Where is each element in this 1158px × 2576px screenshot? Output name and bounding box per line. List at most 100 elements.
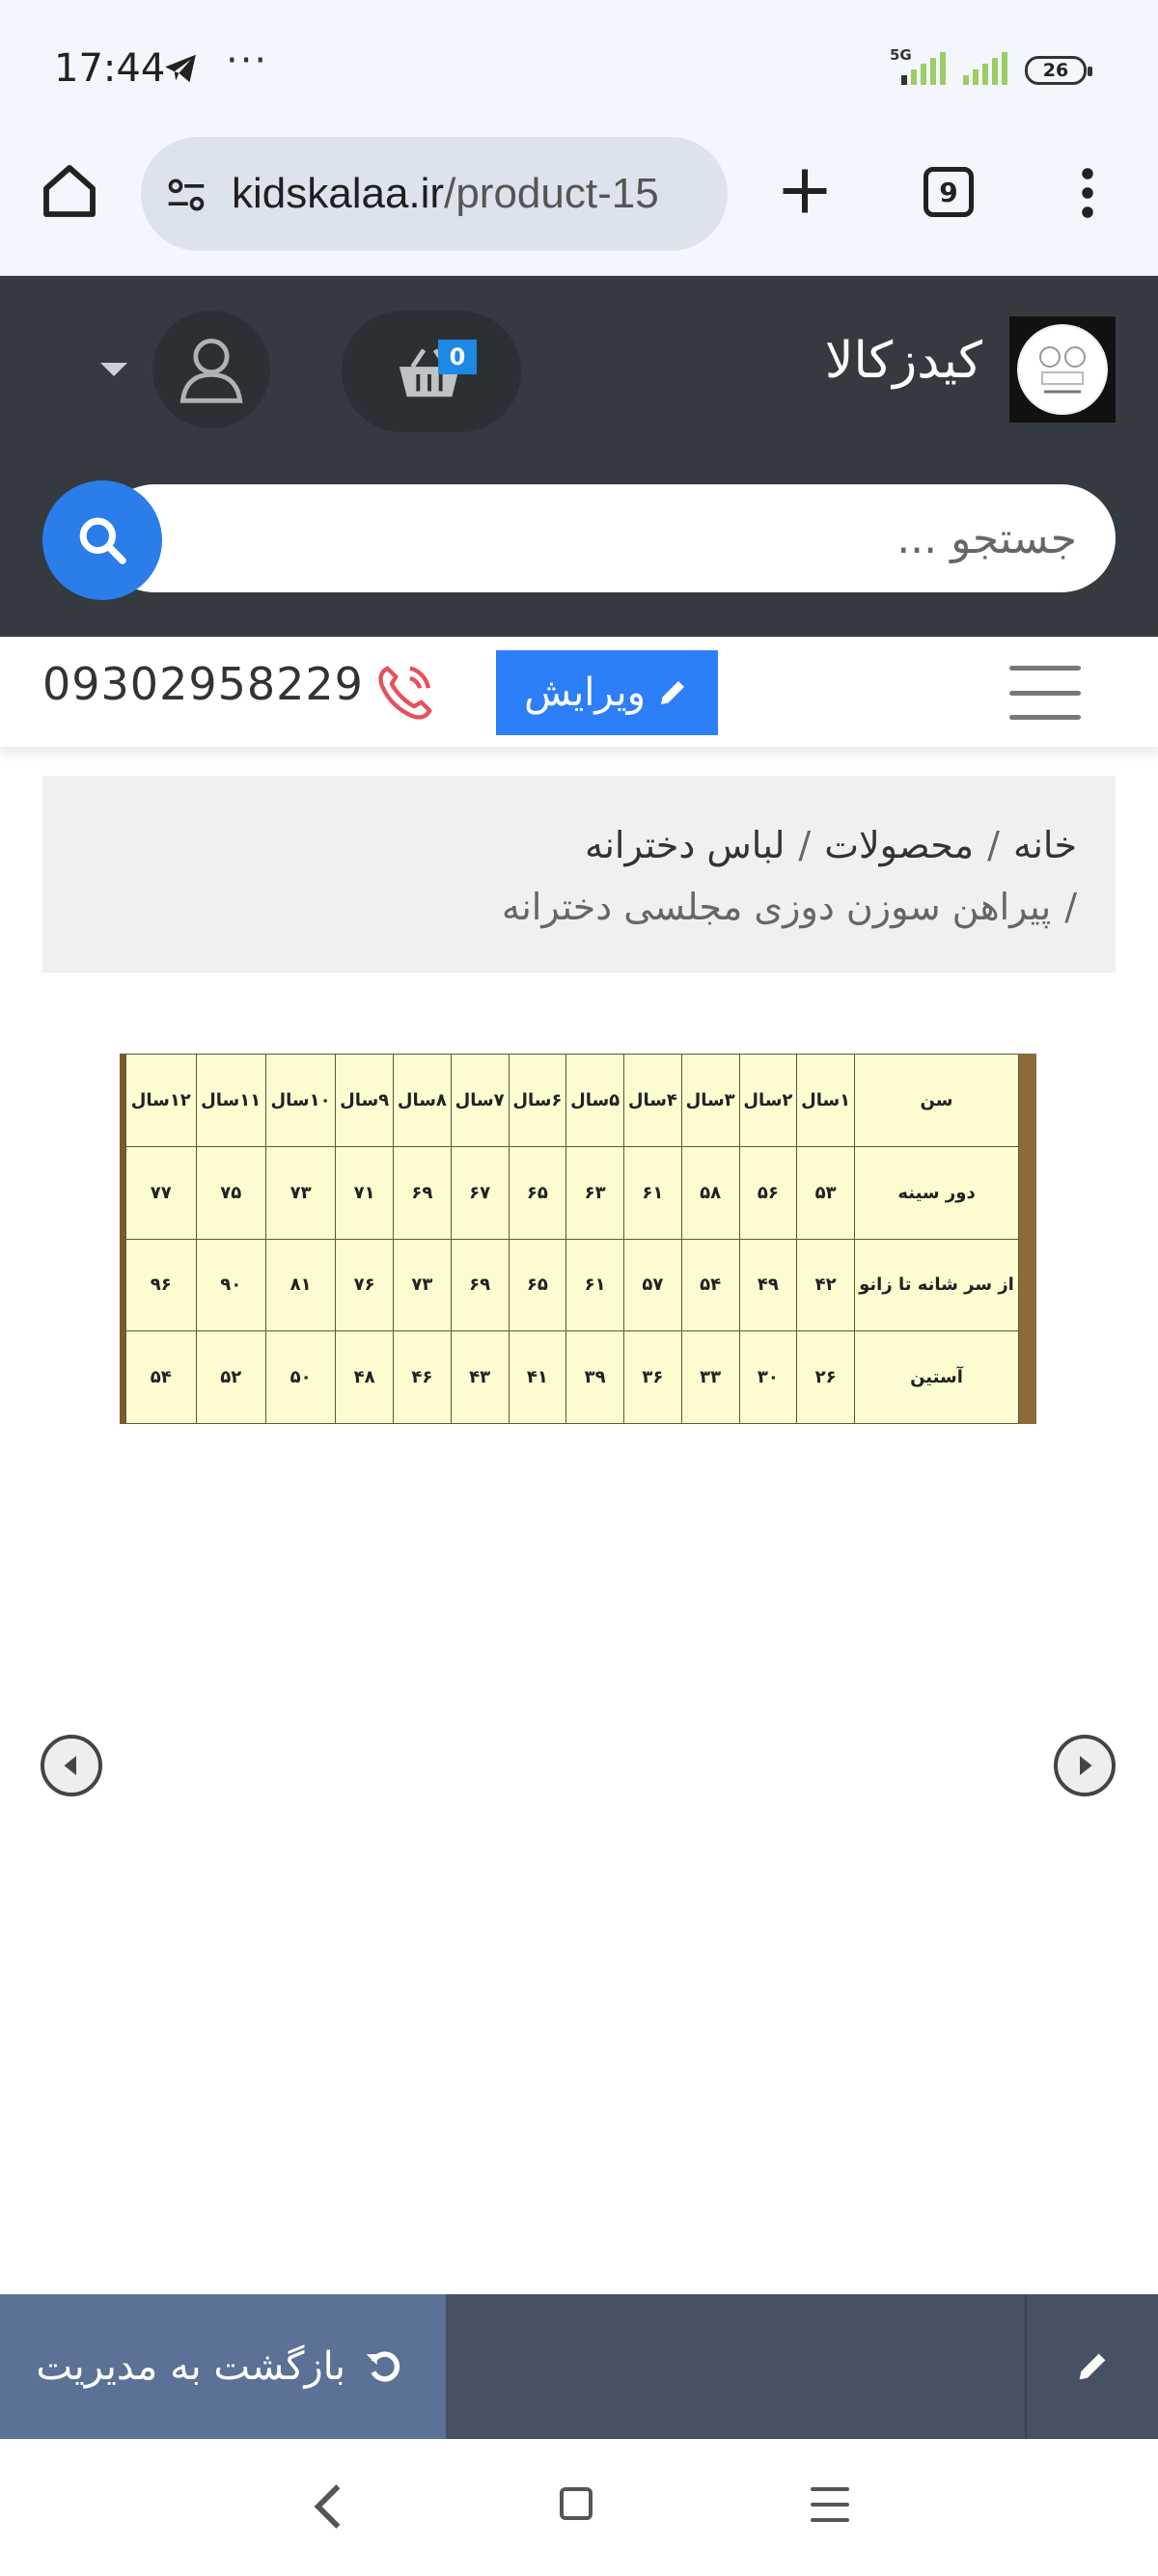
admin-bar: بازگشت به مدیریت — [0, 2294, 1158, 2439]
age-cell: ۲سال — [738, 1054, 798, 1147]
age-cell: ۱۰سال — [264, 1054, 337, 1147]
logo-image — [1017, 324, 1108, 415]
breadcrumb-products[interactable]: محصولات — [824, 824, 974, 866]
tab-switcher-button[interactable]: 9 — [924, 167, 974, 217]
pencil-icon — [660, 681, 684, 704]
pencil-icon — [1079, 2353, 1106, 2380]
table-cell: ۶۷ — [450, 1145, 510, 1240]
table-cell: ۵۲ — [195, 1330, 266, 1424]
age-cell: ۷سال — [450, 1054, 510, 1147]
carousel-next-button[interactable] — [1054, 1735, 1116, 1796]
edit-button[interactable]: ویرایش — [496, 650, 718, 735]
status-bar: 17:44 ··· 5G 26 — [0, 0, 1158, 135]
user-account-button[interactable] — [152, 311, 270, 428]
status-indicators: 5G 26 — [890, 46, 1092, 85]
url-text[interactable]: kidskalaa.ir/product-15 — [232, 170, 659, 218]
phone-number[interactable]: 09302958229 — [42, 658, 364, 710]
row-label: آستین — [854, 1330, 1019, 1424]
signal-icon — [963, 52, 1007, 85]
table-cell: ۷۵ — [195, 1145, 266, 1240]
phone-ringing-icon[interactable] — [371, 660, 438, 727]
battery-level: 26 — [1042, 60, 1069, 81]
table-cell: ۳۹ — [565, 1330, 624, 1424]
table-cell: ۵۳ — [796, 1145, 855, 1240]
table-cell: ۶۱ — [565, 1238, 624, 1332]
age-cell: ۸سال — [393, 1054, 452, 1147]
arrow-right-icon — [1080, 1756, 1092, 1775]
home-square-icon[interactable] — [560, 2487, 593, 2520]
search-input[interactable] — [100, 484, 1116, 592]
age-cell: ۴سال — [623, 1054, 682, 1147]
table-cell: ۴۹ — [738, 1238, 798, 1332]
table-row: سن ۱سال ۲سال ۳سال ۴سال ۵سال ۶سال ۷سال ۸س… — [125, 1054, 1019, 1147]
table-cell: ۵۴ — [680, 1238, 740, 1332]
table-cell: ۹۰ — [195, 1238, 266, 1332]
table-cell: ۷۶ — [335, 1238, 394, 1332]
address-bar[interactable]: kidskalaa.ir/product-15 — [141, 137, 728, 251]
table-cell: ۴۸ — [335, 1330, 394, 1424]
battery-icon: 26 — [1025, 56, 1092, 85]
age-cell: ۶سال — [508, 1054, 567, 1147]
contact-toolbar: 09302958229 ویرایش — [0, 637, 1158, 747]
search-button[interactable] — [42, 480, 162, 600]
logo-icon — [1039, 346, 1086, 394]
cart-count-badge: 0 — [438, 340, 477, 374]
site-title[interactable]: کیدزکالا — [825, 332, 982, 390]
table-cell: ۴۲ — [796, 1238, 855, 1332]
row-label: دور سینه — [854, 1145, 1019, 1240]
site-header: کیدزکالا 0 — [0, 276, 1158, 637]
table-cell: ۳۶ — [623, 1330, 682, 1424]
back-to-admin-button[interactable]: بازگشت به مدیریت — [0, 2294, 446, 2439]
table-cell: ۷۷ — [125, 1145, 197, 1240]
search-form — [42, 480, 1116, 600]
age-cell: ۳سال — [680, 1054, 740, 1147]
table-cell: ۵۴ — [125, 1330, 197, 1424]
more-notifications-icon: ··· — [226, 39, 269, 83]
age-cell: ۹سال — [335, 1054, 394, 1147]
table-cell: ۵۶ — [738, 1145, 798, 1240]
table-cell: ۷۳ — [264, 1145, 337, 1240]
table-cell: ۶۱ — [623, 1145, 682, 1240]
table-cell: ۶۵ — [508, 1145, 567, 1240]
cart-button[interactable]: 0 — [342, 311, 521, 432]
breadcrumb-category[interactable]: لباس دخترانه — [585, 824, 785, 866]
new-tab-icon[interactable] — [776, 162, 834, 220]
signal-5g-icon: 5G — [890, 46, 946, 85]
tab-count: 9 — [939, 176, 958, 208]
admin-edit-button[interactable] — [1025, 2294, 1158, 2439]
edit-button-label: ویرایش — [524, 671, 646, 715]
table-cell: ۴۳ — [450, 1330, 510, 1424]
size-chart-table: سن ۱سال ۲سال ۳سال ۴سال ۵سال ۶سال ۷سال ۸س… — [125, 1054, 1019, 1424]
recents-icon[interactable] — [811, 2487, 849, 2522]
breadcrumb-home[interactable]: خانه — [1013, 824, 1077, 866]
table-row: آستین ۲۶ ۳۰ ۳۳ ۳۶ ۳۹ ۴۱ ۴۳ ۴۶ ۴۸ ۵۰ ۵۲ ۵… — [125, 1330, 1019, 1424]
hamburger-menu-icon[interactable] — [1009, 666, 1081, 720]
carousel-prev-button[interactable] — [41, 1735, 102, 1796]
site-settings-icon[interactable] — [164, 174, 208, 216]
breadcrumb-current: پیراهن سوزن دوزی مجلسی دخترانه — [501, 886, 1052, 928]
user-menu-caret-icon[interactable] — [100, 363, 127, 376]
table-cell: ۳۰ — [738, 1330, 798, 1424]
table-cell: ۴۶ — [393, 1330, 452, 1424]
site-logo[interactable] — [1009, 316, 1116, 423]
browser-menu-icon[interactable] — [1071, 164, 1104, 222]
age-cell: ۱۱سال — [195, 1054, 266, 1147]
table-cell: ۶۳ — [565, 1145, 624, 1240]
search-icon — [79, 517, 126, 564]
home-icon[interactable] — [39, 160, 100, 222]
size-chart-header: سن — [854, 1054, 1019, 1147]
breadcrumb: خانه / محصولات / لباس دخترانه / پیراهن سوزن دو… — [42, 776, 1116, 973]
table-cell: ۵۸ — [680, 1145, 740, 1240]
table-cell: ۶۵ — [508, 1238, 567, 1332]
back-icon[interactable] — [311, 2481, 345, 2532]
table-cell: ۲۶ — [796, 1330, 855, 1424]
age-cell: ۱سال — [796, 1054, 855, 1147]
status-time: 17:44 — [54, 46, 166, 91]
arrow-left-icon — [64, 1756, 76, 1775]
table-cell: ۶۹ — [393, 1145, 452, 1240]
table-cell: ۵۷ — [623, 1238, 682, 1332]
product-gallery: سن ۱سال ۲سال ۳سال ۴سال ۵سال ۶سال ۷سال ۸س… — [0, 973, 1158, 2294]
size-chart-image: سن ۱سال ۲سال ۳سال ۴سال ۵سال ۶سال ۷سال ۸س… — [120, 1054, 1036, 1424]
table-cell: ۷۳ — [393, 1238, 452, 1332]
table-cell: ۷۱ — [335, 1145, 394, 1240]
